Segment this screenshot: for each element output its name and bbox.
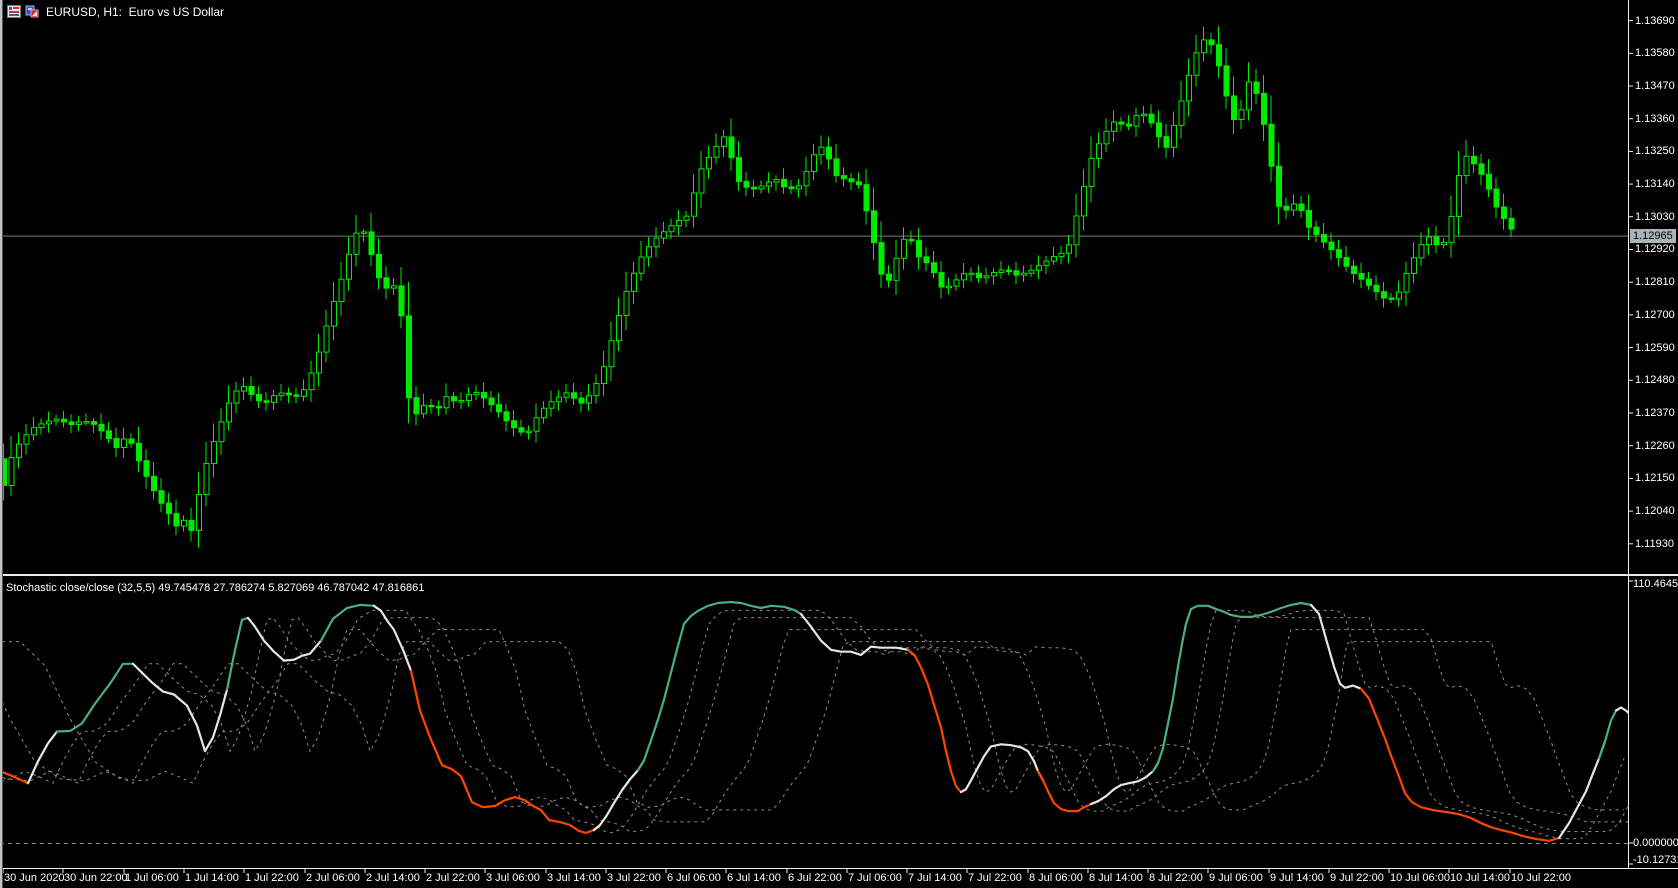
window-menu-icon[interactable] bbox=[7, 5, 21, 18]
chart-canvas[interactable] bbox=[0, 0, 1678, 888]
stochastic-layer bbox=[0, 600, 1630, 844]
stochastic-main-line bbox=[0, 770, 30, 785]
stochastic-main-line bbox=[799, 612, 917, 657]
window-left-border bbox=[0, 0, 3, 888]
time-axis[interactable] bbox=[0, 868, 1678, 888]
stochastic-main-line bbox=[1614, 706, 1630, 714]
chart-title-bar: EURUSD, H1: Euro vs US Dollar bbox=[7, 3, 224, 20]
stochastic-main-line bbox=[636, 600, 803, 772]
stochastic-signal-dashed bbox=[0, 617, 1629, 833]
price-axis[interactable] bbox=[1628, 0, 1678, 868]
stochastic-main-line bbox=[1557, 740, 1607, 840]
stochastic-main-line bbox=[1151, 601, 1313, 773]
stochastic-main-line bbox=[906, 648, 968, 794]
stochastic-main-line bbox=[319, 603, 383, 642]
stochastic-main-line bbox=[131, 662, 229, 753]
stochastic-main-line bbox=[225, 616, 250, 691]
stochastic-main-line bbox=[55, 662, 135, 733]
chart-title: EURUSD, H1: Euro vs US Dollar bbox=[46, 4, 225, 19]
candles-layer bbox=[1, 26, 1515, 548]
mt5-chart-window: EURUSD, H1: Euro vs US Dollar Stochastic… bbox=[0, 0, 1678, 888]
stochastic-main-line bbox=[372, 604, 413, 672]
stochastic-main-line bbox=[1359, 687, 1561, 843]
stochastic-main-line bbox=[1597, 706, 1623, 760]
stochastic-main-line bbox=[409, 669, 602, 835]
chart-symbol-icon[interactable] bbox=[25, 5, 39, 18]
